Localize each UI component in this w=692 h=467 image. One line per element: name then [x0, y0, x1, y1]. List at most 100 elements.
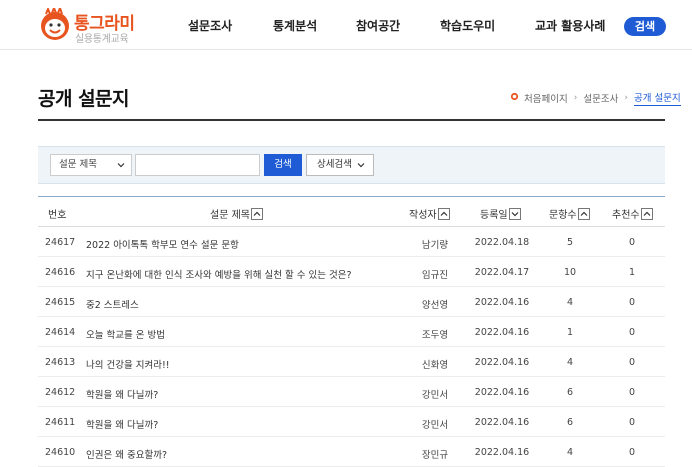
row-title-link[interactable]: 중2 스트레스	[86, 297, 139, 311]
row-date: 2022.04.16	[474, 417, 530, 428]
breadcrumb-current[interactable]: 공개 설문지	[634, 90, 681, 106]
row-author: 임규진	[421, 270, 449, 281]
row-rec: 0	[628, 357, 636, 368]
row-date: 2022.04.16	[474, 387, 530, 398]
col-header-date-label: 등록일	[480, 210, 508, 221]
page-title: 공개 설문지	[38, 88, 130, 110]
row-rec: 0	[628, 417, 636, 428]
detail-search-button[interactable]: 상세검색	[306, 154, 374, 176]
row-rec: 1	[628, 267, 636, 278]
row-num: 24615	[45, 297, 76, 308]
row-num: 24616	[45, 267, 76, 278]
row-date: 2022.04.16	[474, 327, 530, 338]
row-title-link[interactable]: 2022 아이톡톡 학부모 연수 설문 문항	[86, 237, 239, 251]
col-header-count: 문항수	[549, 206, 590, 221]
table-row[interactable]: 24610 인권은 왜 중요할까? 장민규 2022.04.16 4 0	[38, 437, 665, 467]
col-header-num: 번호	[48, 210, 67, 221]
row-author: 남기량	[421, 240, 449, 251]
search-field-select-value: 설문 제목	[59, 159, 97, 170]
row-title-link[interactable]: 학원을 왜 다닐까?	[86, 417, 158, 431]
table-header: 번호 설문 제목 작성자 등록일 문항수 추천수	[38, 196, 665, 227]
row-count: 1	[566, 327, 574, 338]
row-num: 24617	[45, 237, 76, 248]
row-author: 강민서	[421, 390, 449, 401]
row-count: 4	[566, 357, 574, 368]
row-num: 24612	[45, 387, 76, 398]
table-row[interactable]: 24617 2022 아이톡톡 학부모 연수 설문 문항 남기량 2022.04…	[38, 227, 665, 257]
table-row[interactable]: 24613 나의 건강을 지켜라!! 신화영 2022.04.16 4 0	[38, 347, 665, 377]
header-search-button[interactable]: 검색	[624, 17, 666, 36]
row-author: 강민서	[421, 420, 449, 431]
col-header-author: 작성자	[409, 206, 450, 221]
row-date: 2022.04.16	[474, 357, 530, 368]
row-title-link[interactable]: 인권은 왜 중요할까?	[86, 447, 167, 461]
table-row[interactable]: 24615 중2 스트레스 양선영 2022.04.16 4 0	[38, 287, 665, 317]
row-date: 2022.04.18	[474, 237, 530, 248]
col-header-count-label: 문항수	[549, 210, 577, 221]
row-count: 6	[566, 417, 574, 428]
sort-count-button[interactable]	[577, 208, 590, 220]
chevron-down-icon	[117, 163, 125, 168]
site-logo[interactable]: 통그라미 실용통계교육	[38, 5, 148, 45]
search-panel: 설문 제목 검색 상세검색	[38, 146, 665, 184]
row-date: 2022.04.16	[474, 447, 530, 458]
nav-item-statistics[interactable]: 통계분석	[273, 17, 317, 34]
row-count: 10	[563, 267, 577, 278]
chevron-up-icon	[253, 211, 261, 216]
row-count: 4	[566, 447, 574, 458]
col-header-rec: 추천수	[612, 206, 653, 221]
col-header-title: 설문 제목	[210, 206, 263, 221]
search-input[interactable]	[135, 154, 260, 176]
row-num: 24610	[45, 447, 76, 458]
row-rec: 0	[628, 297, 636, 308]
row-title-link[interactable]: 지구 온난화에 대한 인식 조사와 예방을 위해 실천 할 수 있는 것은?	[86, 267, 352, 281]
search-button[interactable]: 검색	[264, 154, 302, 176]
row-rec: 0	[628, 327, 636, 338]
row-count: 4	[566, 297, 574, 308]
row-author: 조두영	[421, 330, 449, 341]
row-count: 5	[566, 237, 574, 248]
nav-item-participation[interactable]: 참여공간	[356, 17, 400, 34]
row-title-link[interactable]: 나의 건강을 지켜라!!	[86, 357, 170, 371]
row-title-link[interactable]: 오늘 학교를 온 방법	[86, 327, 165, 341]
chevron-up-icon	[440, 211, 448, 216]
table-row[interactable]: 24612 학원을 왜 다닐까? 강민서 2022.04.16 6 0	[38, 377, 665, 407]
row-num: 24614	[45, 327, 76, 338]
chevron-right-icon: ›	[573, 93, 578, 103]
table-row[interactable]: 24616 지구 온난화에 대한 인식 조사와 예방을 위해 실천 할 수 있는…	[38, 257, 665, 287]
row-date: 2022.04.17	[474, 267, 530, 278]
row-count: 6	[566, 387, 574, 398]
detail-search-label: 상세검색	[317, 159, 352, 170]
sort-date-button[interactable]	[508, 208, 521, 220]
col-header-date: 등록일	[480, 206, 521, 221]
chevron-up-icon	[643, 211, 651, 216]
sort-title-button[interactable]	[250, 208, 263, 220]
table-row[interactable]: 24614 오늘 학교를 온 방법 조두영 2022.04.16 1 0	[38, 317, 665, 347]
nav-item-learning-help[interactable]: 학습도우미	[440, 17, 495, 34]
breadcrumb: 처음페이지 › 설문조사 › 공개 설문지	[510, 90, 681, 106]
site-header: 통그라미 실용통계교육 설문조사 통계분석 참여공간 학습도우미 교과 활용사례…	[0, 0, 692, 50]
row-rec: 0	[628, 447, 636, 458]
row-author: 양선영	[421, 300, 449, 311]
row-date: 2022.04.16	[474, 297, 530, 308]
breadcrumb-survey[interactable]: 설문조사	[583, 91, 618, 105]
row-author: 신화영	[421, 360, 449, 371]
row-title-link[interactable]: 학원을 왜 다닐까?	[86, 387, 158, 401]
sort-author-button[interactable]	[437, 208, 450, 220]
row-num: 24613	[45, 357, 76, 368]
title-divider	[38, 119, 665, 121]
chevron-down-icon	[357, 163, 365, 168]
nav-item-survey[interactable]: 설문조사	[188, 17, 232, 34]
mascot-logo-icon	[41, 8, 69, 40]
row-rec: 0	[628, 237, 636, 248]
search-field-select[interactable]: 설문 제목	[50, 154, 132, 176]
nav-item-class-cases[interactable]: 교과 활용사례	[535, 17, 605, 34]
row-author: 장민규	[421, 450, 449, 461]
table-row[interactable]: 24611 학원을 왜 다닐까? 강민서 2022.04.16 6 0	[38, 407, 665, 437]
col-header-author-label: 작성자	[409, 210, 437, 221]
breadcrumb-home[interactable]: 처음페이지	[524, 91, 568, 105]
col-header-rec-label: 추천수	[612, 210, 640, 221]
sort-rec-button[interactable]	[640, 208, 653, 220]
row-num: 24611	[45, 417, 76, 428]
col-header-title-label: 설문 제목	[210, 210, 250, 221]
